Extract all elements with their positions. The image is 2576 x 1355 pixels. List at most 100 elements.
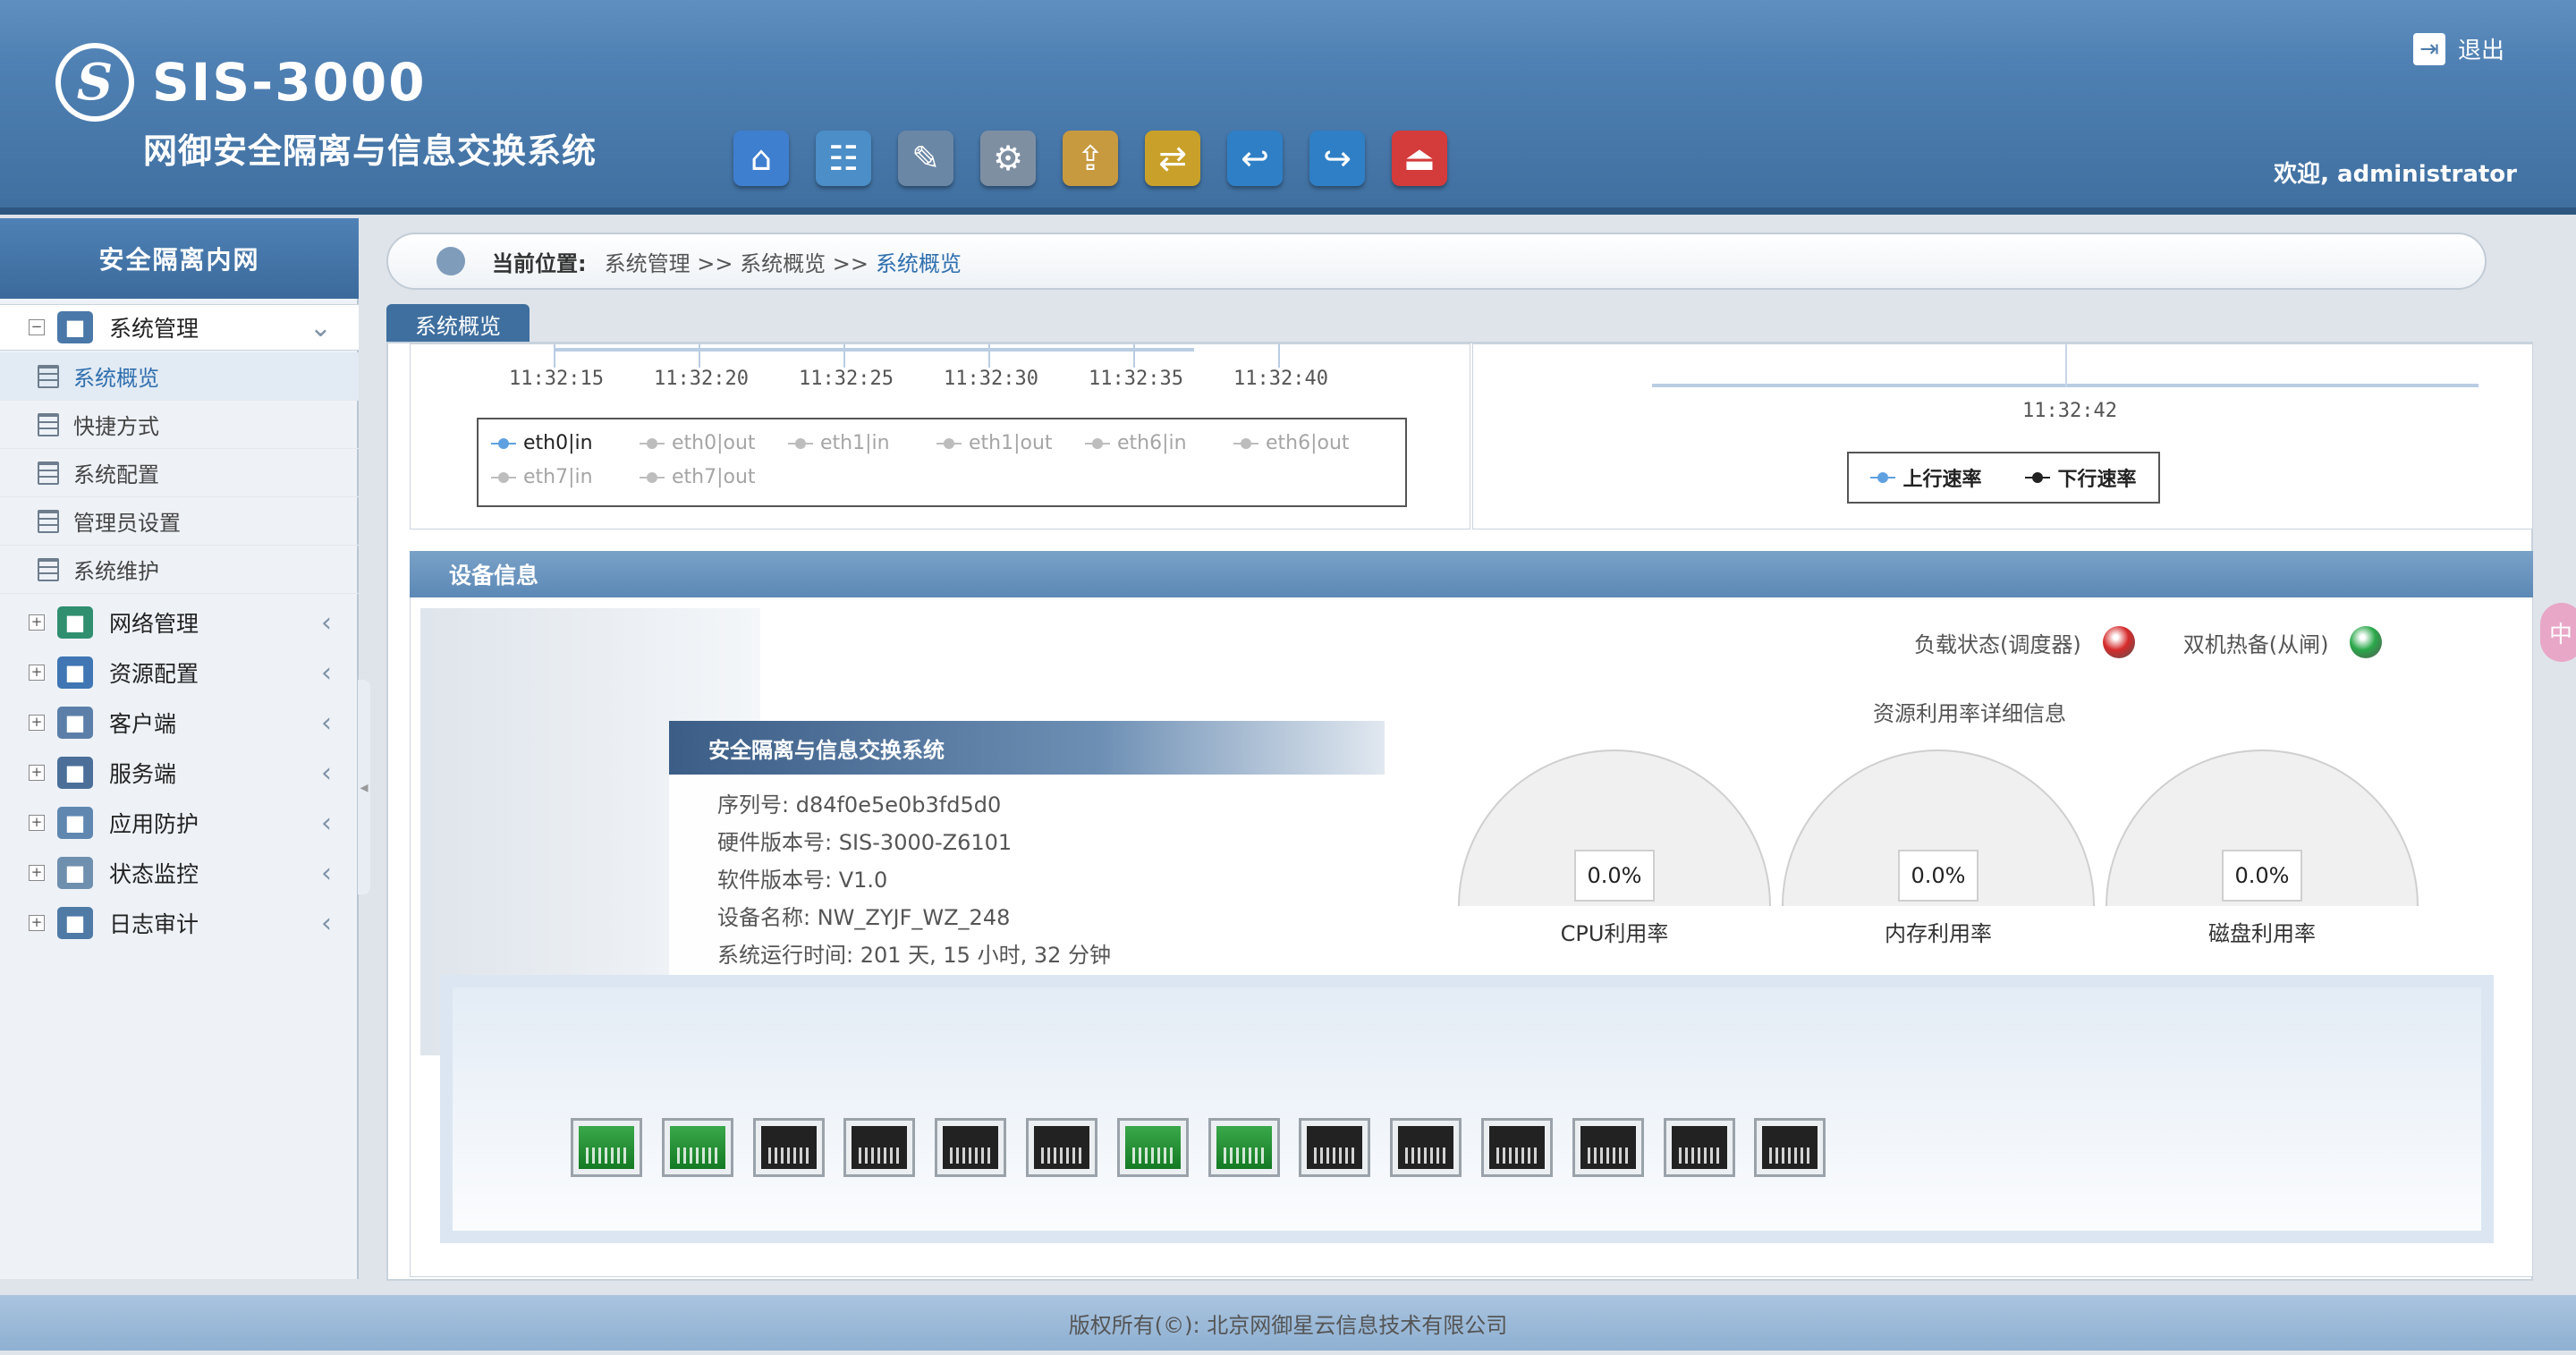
chevron-left-icon: ‹ xyxy=(321,656,332,689)
exit-button[interactable]: ⏏ xyxy=(1392,131,1447,186)
forward-button[interactable]: ↪ xyxy=(1309,131,1365,186)
port-jack xyxy=(579,1126,634,1169)
x-tickmark xyxy=(988,344,990,368)
sidebar-group-label: 网络管理 xyxy=(109,611,199,637)
legend-item[interactable]: eth1|out xyxy=(936,432,1053,454)
legend-item[interactable]: 上行速率 xyxy=(1870,463,1982,492)
expand-toggle-icon[interactable]: + xyxy=(29,865,45,881)
legend-item[interactable]: 下行速率 xyxy=(2025,463,2137,492)
sidebar-item-3[interactable]: 管理员设置 xyxy=(0,497,359,546)
device-info-title: 安全隔离与信息交换系统 xyxy=(669,721,1385,775)
collapse-toggle-icon[interactable]: − xyxy=(29,319,45,335)
series-marker-icon xyxy=(788,437,813,450)
sidebar-item-2[interactable]: 系统配置 xyxy=(0,449,359,497)
checklist-button[interactable]: ✎ xyxy=(898,131,953,186)
port-active-icon xyxy=(571,1118,642,1177)
sidebar-group-label: 客户端 xyxy=(109,711,177,737)
x-tickmark xyxy=(1278,344,1280,368)
sidebar-item-label: 快捷方式 xyxy=(73,414,159,439)
expand-toggle-icon[interactable]: + xyxy=(29,915,45,931)
port-jack xyxy=(1580,1126,1636,1169)
device-info-line: 设备名称: NW_ZYJF_WZ_248 xyxy=(717,905,1011,930)
chart-right-tick: 11:32:42 xyxy=(2022,400,2117,422)
device-info-line: 系统运行时间: 201 天, 15 小时, 32 分钟 xyxy=(717,943,1112,968)
sidebar-group-3[interactable]: + ■ 客户端 ‹ xyxy=(0,698,359,748)
port-inactive-icon xyxy=(843,1118,916,1177)
port-jack xyxy=(852,1126,908,1169)
user-location-icon xyxy=(436,247,465,275)
sidebar-group-2[interactable]: + ■ 资源配置 ‹ xyxy=(0,648,359,698)
shield-icon: ■ xyxy=(57,807,93,839)
port-jack xyxy=(1489,1126,1545,1169)
sidebar-group-5[interactable]: + ■ 应用防护 ‹ xyxy=(0,798,359,848)
chevron-left-icon: ‹ xyxy=(321,707,332,739)
port-inactive-icon xyxy=(1481,1118,1553,1177)
device-info-header: 设备信息 xyxy=(410,551,2533,597)
welcome-text: 欢迎, administrator xyxy=(2274,161,2517,188)
sidebar-group-label: 日志审计 xyxy=(109,911,199,937)
port-active-icon xyxy=(1208,1118,1280,1177)
x-tickmark xyxy=(699,344,700,368)
sidebar-collapse-handle[interactable]: ◂ xyxy=(358,680,370,894)
series-marker-icon xyxy=(1233,437,1258,450)
back-button[interactable]: ↩ xyxy=(1227,131,1283,186)
expand-toggle-icon[interactable]: + xyxy=(29,665,45,681)
gauge-label: 内存利用率 xyxy=(1885,921,1992,946)
computer-user-icon: ■ xyxy=(57,311,93,343)
legend-item[interactable]: eth7|in xyxy=(491,466,593,488)
expand-toggle-icon[interactable]: + xyxy=(29,815,45,831)
legend-label: eth0|out xyxy=(672,432,756,454)
legend-item[interactable]: eth6|in xyxy=(1085,432,1187,454)
switch-front-panel xyxy=(440,975,2494,1243)
sidebar-group-0[interactable]: − ■ 系统管理 ⌄ xyxy=(0,304,359,351)
port-active-icon xyxy=(1116,1118,1189,1177)
legend-label: eth7|in xyxy=(523,466,593,488)
ime-indicator[interactable]: 中 xyxy=(2540,603,2576,662)
series-marker-icon xyxy=(491,437,516,450)
gauge-label: 磁盘利用率 xyxy=(2208,921,2316,946)
legend-item[interactable]: eth1|in xyxy=(788,432,890,454)
sidebar-group-6[interactable]: + ■ 状态监控 ‹ xyxy=(0,848,359,898)
document-icon xyxy=(38,557,59,581)
config-export-button[interactable]: ⚙ xyxy=(980,131,1036,186)
x-tick-label: 11:32:20 xyxy=(654,368,749,390)
sidebar-item-1[interactable]: 快捷方式 xyxy=(0,401,359,449)
legend-item[interactable]: eth6|out xyxy=(1233,432,1350,454)
chevron-left-icon: ‹ xyxy=(321,757,332,789)
sidebar-item-label: 系统概览 xyxy=(73,366,159,391)
chart-right-tickmark xyxy=(2065,344,2067,387)
upload-folder-button[interactable]: ⇪ xyxy=(1063,131,1118,186)
port-jack xyxy=(1034,1126,1089,1169)
legend-item[interactable]: eth0|in xyxy=(491,432,593,454)
resource-usage-title: 资源利用率详细信息 xyxy=(1873,701,2066,726)
legend-item[interactable]: eth7|out xyxy=(640,466,756,488)
expand-toggle-icon[interactable]: + xyxy=(29,614,45,631)
expand-toggle-icon[interactable]: + xyxy=(29,715,45,731)
expand-toggle-icon[interactable]: + xyxy=(29,765,45,781)
org-chart-button[interactable]: ☷ xyxy=(816,131,871,186)
audit-log-icon: ■ xyxy=(57,907,93,939)
sidebar-item-4[interactable]: 系统维护 xyxy=(0,546,359,594)
tab-system-overview[interactable]: 系统概览 xyxy=(386,304,530,343)
sidebar-item-label: 系统维护 xyxy=(73,559,159,584)
sync-button[interactable]: ⇄ xyxy=(1145,131,1200,186)
sidebar-group-4[interactable]: + ■ 服务端 ‹ xyxy=(0,748,359,798)
product-name: 网御安全隔离与信息交换系统 xyxy=(143,131,597,171)
chevron-down-icon: ⌄ xyxy=(309,311,332,343)
app-header: S SIS-3000 网御安全隔离与信息交换系统 ⇥ 退出 欢迎, admini… xyxy=(0,0,2576,215)
legend-label: eth0|in xyxy=(523,432,593,454)
legend-item[interactable]: eth0|out xyxy=(640,432,756,454)
gauge-label: CPU利用率 xyxy=(1560,921,1669,946)
breadcrumb-current[interactable]: 系统概览 xyxy=(876,246,962,277)
series-marker-icon xyxy=(936,437,962,450)
x-tickmark xyxy=(843,344,845,368)
home-button[interactable]: ⌂ xyxy=(733,131,789,186)
series-marker-icon xyxy=(1870,471,1896,484)
logout-link[interactable]: ⇥ 退出 xyxy=(2412,32,2504,65)
sidebar-group-7[interactable]: + ■ 日志审计 ‹ xyxy=(0,898,359,948)
server-icon: ■ xyxy=(57,757,93,789)
sidebar-group-1[interactable]: + ■ 网络管理 ‹ xyxy=(0,597,359,648)
sidebar-item-0[interactable]: 系统概览 xyxy=(0,352,359,401)
port-active-icon xyxy=(661,1118,733,1177)
product-code: SIS-3000 xyxy=(152,52,427,113)
